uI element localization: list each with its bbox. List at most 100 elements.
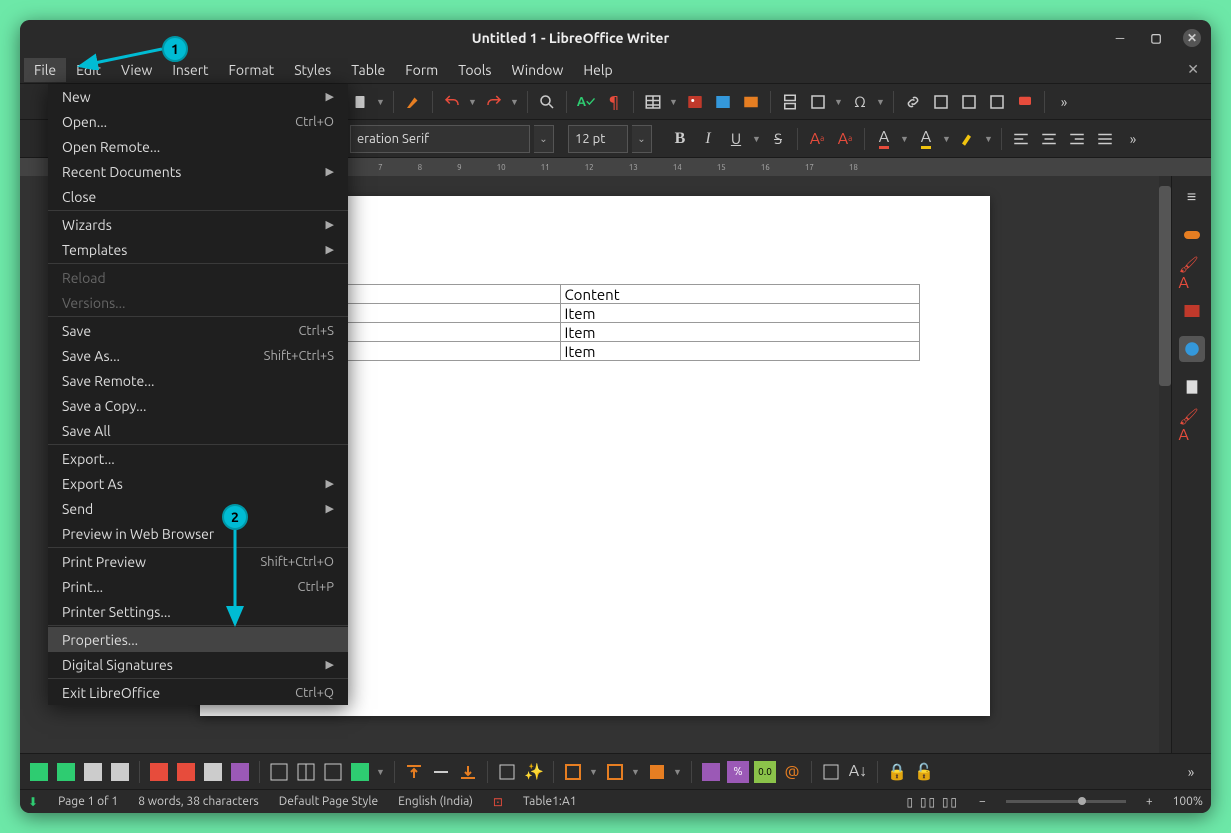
chevron-down-icon[interactable]: ▼ — [669, 97, 679, 107]
insert-chart-icon[interactable] — [711, 90, 735, 114]
cross-ref-icon[interactable] — [985, 90, 1009, 114]
menu-help[interactable]: Help — [573, 58, 622, 82]
file-menu-save-a-copy[interactable]: Save a Copy... — [48, 393, 348, 418]
border-style-icon[interactable] — [562, 761, 584, 783]
page-indicator[interactable]: Page 1 of 1 — [58, 795, 118, 808]
menu-edit[interactable]: Edit — [66, 58, 111, 82]
file-menu-save-as[interactable]: Save As...Shift+Ctrl+S — [48, 343, 348, 368]
page-panel-icon[interactable] — [1179, 374, 1205, 400]
menu-form[interactable]: Form — [395, 58, 448, 82]
zoom-percent[interactable]: 100% — [1173, 795, 1203, 808]
sort-icon[interactable] — [820, 761, 842, 783]
borders-icon[interactable] — [646, 761, 668, 783]
insert-textbox-icon[interactable] — [739, 90, 763, 114]
chevron-down-icon[interactable]: ▼ — [942, 134, 952, 144]
file-menu-export-as[interactable]: Export As▶ — [48, 471, 348, 496]
paste-icon[interactable] — [348, 90, 372, 114]
file-menu-save-remote[interactable]: Save Remote... — [48, 368, 348, 393]
italic-icon[interactable]: I — [696, 127, 720, 151]
file-menu-save-all[interactable]: Save All — [48, 418, 348, 443]
file-menu-new[interactable]: New▶ — [48, 84, 348, 109]
menu-tools[interactable]: Tools — [448, 58, 501, 82]
chevron-down-icon[interactable]: ▼ — [900, 134, 910, 144]
sum-icon[interactable]: A↓ — [847, 761, 869, 783]
chevron-down-icon[interactable]: ▼ — [752, 134, 762, 144]
insert-table-icon[interactable] — [641, 90, 665, 114]
gallery-panel-icon[interactable] — [1179, 298, 1205, 324]
insert-field-icon[interactable] — [806, 90, 830, 114]
undo-icon[interactable] — [440, 90, 464, 114]
chevron-down-icon[interactable]: ▼ — [834, 97, 844, 107]
sidebar-menu-icon[interactable]: ≡ — [1179, 184, 1205, 210]
redo-icon[interactable] — [482, 90, 506, 114]
superscript-icon[interactable]: Aa — [805, 127, 829, 151]
file-menu-send[interactable]: Send▶ — [48, 496, 348, 521]
insert-mode-icon[interactable]: ⊡ — [493, 795, 503, 809]
insert-image-icon[interactable] — [683, 90, 707, 114]
vertical-scrollbar[interactable] — [1159, 176, 1171, 753]
page-style-indicator[interactable]: Default Page Style — [279, 795, 378, 808]
underline-icon[interactable]: U — [724, 127, 748, 151]
chevron-down-icon[interactable]: ▼ — [876, 97, 886, 107]
delete-col-icon[interactable] — [175, 761, 197, 783]
zoom-in-icon[interactable]: + — [1146, 795, 1153, 808]
optimize-size-icon[interactable] — [349, 761, 371, 783]
delete-table-icon[interactable] — [202, 761, 224, 783]
file-menu-save[interactable]: SaveCtrl+S — [48, 318, 348, 343]
special-char-icon[interactable]: Ω — [848, 90, 872, 114]
selection-mode[interactable]: Table1:A1 — [523, 795, 577, 808]
unprotect-icon[interactable]: 🔓 — [913, 761, 935, 783]
file-menu-recent-documents[interactable]: Recent Documents▶ — [48, 159, 348, 184]
menu-window[interactable]: Window — [501, 58, 573, 82]
char-highlight-icon[interactable]: A — [914, 127, 938, 151]
language-indicator[interactable]: English (India) — [398, 795, 473, 808]
more-icon[interactable]: » — [1121, 127, 1145, 151]
close-doc-icon[interactable]: ✕ — [1179, 61, 1207, 78]
file-menu-printer-settings[interactable]: Printer Settings... — [48, 599, 348, 624]
menu-view[interactable]: View — [111, 58, 162, 82]
menu-styles[interactable]: Styles — [284, 58, 341, 82]
minimize-button[interactable]: ─ — [1111, 29, 1129, 47]
format-marks-icon[interactable]: ¶ — [602, 90, 626, 114]
file-menu-properties[interactable]: Properties... — [48, 627, 348, 652]
chevron-down-icon[interactable]: ▼ — [376, 767, 386, 777]
file-menu-digital-signatures[interactable]: Digital Signatures▶ — [48, 652, 348, 677]
insert-row-below-icon[interactable] — [55, 761, 77, 783]
align-right-icon[interactable] — [1065, 127, 1089, 151]
number-format-decimal-icon[interactable]: 0.0 — [754, 761, 776, 783]
chevron-down-icon[interactable]: ▼ — [673, 767, 683, 777]
chevron-down-icon[interactable]: ▼ — [510, 97, 520, 107]
chevron-down-icon[interactable]: ⌄ — [534, 125, 554, 153]
protect-icon[interactable]: 🔒 — [886, 761, 908, 783]
select-cell-icon[interactable] — [229, 761, 251, 783]
more-icon[interactable]: » — [1052, 90, 1076, 114]
font-name-combo[interactable]: eration Serif — [350, 125, 530, 153]
navigator-panel-icon[interactable] — [1179, 336, 1205, 362]
spellcheck-icon[interactable]: A✓ — [574, 90, 598, 114]
file-menu-close[interactable]: Close — [48, 184, 348, 209]
align-bottom-icon[interactable] — [457, 761, 479, 783]
merge-cells-icon[interactable] — [268, 761, 290, 783]
insert-row-above-icon[interactable] — [28, 761, 50, 783]
find-replace-icon[interactable] — [535, 90, 559, 114]
strikethrough-icon[interactable]: S — [766, 127, 790, 151]
number-format-percent-icon[interactable]: % — [727, 761, 749, 783]
save-status-icon[interactable]: ⬇ — [28, 795, 38, 809]
menu-table[interactable]: Table — [341, 58, 395, 82]
file-menu-print-preview[interactable]: Print PreviewShift+Ctrl+O — [48, 549, 348, 574]
file-menu-print[interactable]: Print...Ctrl+P — [48, 574, 348, 599]
chevron-down-icon[interactable]: ⌄ — [632, 125, 652, 153]
insert-caption-icon[interactable] — [496, 761, 518, 783]
delete-row-icon[interactable] — [148, 761, 170, 783]
chevron-down-icon[interactable]: ▼ — [984, 134, 994, 144]
split-table-icon[interactable] — [322, 761, 344, 783]
menu-format[interactable]: Format — [219, 58, 285, 82]
font-size-combo[interactable]: 12 pt — [568, 125, 628, 153]
file-menu-preview-in-web-browser[interactable]: Preview in Web Browser — [48, 521, 348, 546]
border-color-icon[interactable] — [604, 761, 626, 783]
menu-file[interactable]: File — [24, 58, 66, 82]
file-menu-open-remote[interactable]: Open Remote... — [48, 134, 348, 159]
font-color-icon[interactable]: A — [872, 127, 896, 151]
align-justify-icon[interactable] — [1093, 127, 1117, 151]
bookmark-icon[interactable] — [957, 90, 981, 114]
